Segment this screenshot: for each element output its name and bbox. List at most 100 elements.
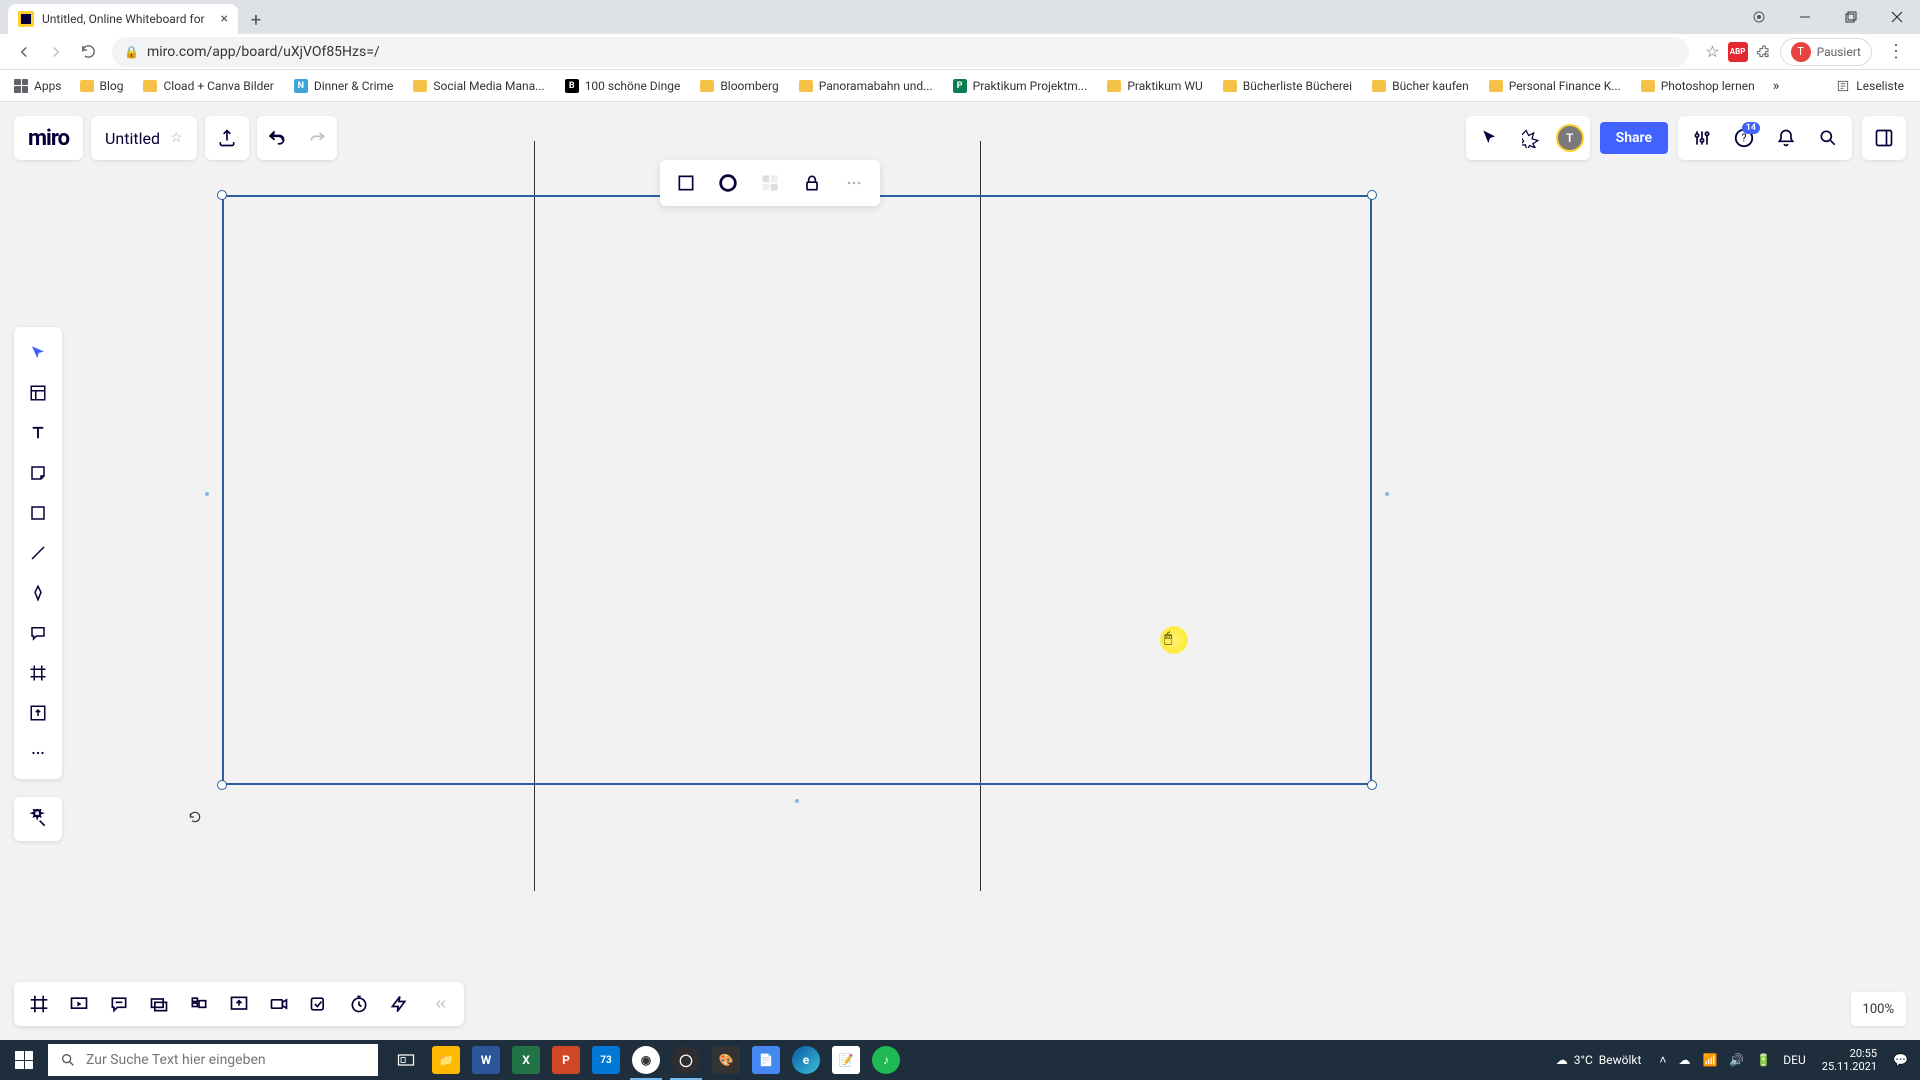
taskbar-clock[interactable]: 20:55 25.11.2021 bbox=[1814, 1047, 1885, 1073]
cards-button[interactable] bbox=[140, 985, 178, 1023]
miro-logo[interactable]: miro bbox=[14, 116, 83, 160]
lock-button[interactable] bbox=[792, 163, 832, 203]
search-input[interactable] bbox=[86, 1052, 366, 1068]
taskbar-search[interactable] bbox=[48, 1044, 378, 1076]
forward-button[interactable] bbox=[40, 36, 72, 68]
user-avatar[interactable]: T bbox=[1556, 124, 1584, 152]
taskbar-app-word[interactable]: W bbox=[466, 1040, 506, 1080]
bookmark-item[interactable]: PPraktikum Projektm... bbox=[945, 73, 1096, 99]
connection-point[interactable] bbox=[1385, 492, 1389, 496]
comment-tool[interactable] bbox=[20, 615, 56, 651]
task-view-button[interactable] bbox=[386, 1040, 426, 1080]
magic-tool[interactable] bbox=[14, 797, 62, 841]
bookmark-item[interactable]: Bloomberg bbox=[692, 73, 786, 99]
extensions-icon[interactable] bbox=[1756, 44, 1772, 60]
connection-point[interactable] bbox=[795, 799, 799, 803]
taskbar-app-spotify[interactable]: ♪ bbox=[866, 1040, 906, 1080]
bookmark-item[interactable]: Social Media Mana... bbox=[405, 73, 552, 99]
bookmark-item[interactable]: Bücherliste Bücherei bbox=[1215, 73, 1360, 99]
close-tab-icon[interactable]: × bbox=[221, 11, 228, 27]
undo-button[interactable] bbox=[257, 116, 297, 160]
bookmark-item[interactable]: Bücher kaufen bbox=[1364, 73, 1477, 99]
tray-battery-icon[interactable]: 🔋 bbox=[1752, 1053, 1775, 1067]
reading-list-button[interactable]: Leseliste bbox=[1828, 79, 1912, 93]
taskbar-app-notepad[interactable]: 📝 bbox=[826, 1040, 866, 1080]
account-indicator-icon[interactable] bbox=[1736, 0, 1782, 34]
taskbar-app-chrome[interactable]: ◉ bbox=[626, 1040, 666, 1080]
text-tool[interactable] bbox=[20, 415, 56, 451]
cursor-mode-button[interactable] bbox=[1472, 120, 1508, 156]
settings-button[interactable] bbox=[1684, 120, 1720, 156]
zoom-level[interactable]: 100% bbox=[1851, 992, 1906, 1026]
browser-tab[interactable]: Untitled, Online Whiteboard for × bbox=[8, 4, 238, 34]
pen-tool[interactable] bbox=[20, 575, 56, 611]
canvas[interactable]: 🖱 bbox=[0, 102, 1920, 1040]
tray-language[interactable]: DEU bbox=[1779, 1053, 1809, 1067]
search-button[interactable] bbox=[1810, 120, 1846, 156]
line-tool[interactable] bbox=[20, 535, 56, 571]
taskbar-app-calendar[interactable]: 73 bbox=[586, 1040, 626, 1080]
browser-menu-icon[interactable]: ⋮ bbox=[1880, 41, 1912, 62]
shape-tool[interactable] bbox=[20, 495, 56, 531]
connection-point[interactable] bbox=[205, 492, 209, 496]
maximize-button[interactable] bbox=[1828, 0, 1874, 34]
resize-handle-ne[interactable] bbox=[1367, 190, 1377, 200]
tray-wifi-icon[interactable]: 📶 bbox=[1698, 1053, 1721, 1067]
bookmark-item[interactable]: B100 schöne Dinge bbox=[557, 73, 689, 99]
bookmark-item[interactable]: Praktikum WU bbox=[1099, 73, 1210, 99]
selected-rectangle[interactable] bbox=[222, 195, 1372, 785]
taskbar-app-excel[interactable]: X bbox=[506, 1040, 546, 1080]
resize-handle-sw[interactable] bbox=[217, 780, 227, 790]
bookmarks-overflow-icon[interactable]: » bbox=[1767, 78, 1786, 94]
screen-share-button[interactable] bbox=[220, 985, 258, 1023]
notifications-button[interactable] bbox=[1768, 120, 1804, 156]
bookmark-item[interactable]: NDinner & Crime bbox=[286, 73, 402, 99]
collapse-bottom-bar[interactable] bbox=[420, 985, 458, 1023]
new-tab-button[interactable]: + bbox=[242, 6, 270, 34]
start-button[interactable] bbox=[0, 1040, 48, 1080]
comments-panel-button[interactable] bbox=[100, 985, 138, 1023]
chat-button[interactable] bbox=[180, 985, 218, 1023]
bookmark-item[interactable]: Personal Finance K... bbox=[1481, 73, 1629, 99]
activities-button[interactable] bbox=[380, 985, 418, 1023]
select-tool[interactable] bbox=[20, 335, 56, 371]
upload-tool[interactable] bbox=[20, 695, 56, 731]
address-bar[interactable]: 🔒 miro.com/app/board/uXjVOf85Hzs=/ bbox=[112, 37, 1689, 67]
help-button[interactable]: ? 14 bbox=[1726, 120, 1762, 156]
border-style-button[interactable] bbox=[708, 163, 748, 203]
video-button[interactable] bbox=[260, 985, 298, 1023]
board-title[interactable]: Untitled ☆ bbox=[91, 116, 197, 160]
tray-chevron-icon[interactable]: ˄ bbox=[1655, 1053, 1670, 1067]
back-button[interactable] bbox=[8, 36, 40, 68]
taskbar-app[interactable]: 🎨 bbox=[706, 1040, 746, 1080]
frame-tool[interactable] bbox=[20, 655, 56, 691]
side-panel-button[interactable] bbox=[1862, 116, 1906, 160]
tray-volume-icon[interactable]: 🔊 bbox=[1725, 1053, 1748, 1067]
more-tools[interactable] bbox=[20, 735, 56, 771]
reload-button[interactable] bbox=[72, 36, 104, 68]
resize-handle-nw[interactable] bbox=[217, 190, 227, 200]
frames-panel-button[interactable] bbox=[20, 985, 58, 1023]
taskbar-app-obs[interactable]: ◯ bbox=[666, 1040, 706, 1080]
apps-bookmark[interactable]: Apps bbox=[8, 79, 68, 93]
fill-color-button[interactable] bbox=[750, 163, 790, 203]
resize-handle-se[interactable] bbox=[1367, 780, 1377, 790]
shape-type-button[interactable] bbox=[666, 163, 706, 203]
sticky-note-tool[interactable] bbox=[20, 455, 56, 491]
bookmark-item[interactable]: Cload + Canva Bilder bbox=[135, 73, 281, 99]
redo-button[interactable] bbox=[297, 116, 337, 160]
star-icon[interactable]: ☆ bbox=[170, 130, 183, 146]
rotate-handle[interactable] bbox=[188, 810, 202, 824]
weather-widget[interactable]: ☁ 3°C Bewölkt bbox=[1546, 1053, 1652, 1067]
more-options-button[interactable] bbox=[834, 163, 874, 203]
voting-button[interactable] bbox=[300, 985, 338, 1023]
bookmark-star-icon[interactable]: ☆ bbox=[1705, 42, 1719, 61]
share-button[interactable]: Share bbox=[1600, 122, 1668, 154]
profile-button[interactable]: T Pausiert bbox=[1780, 38, 1872, 66]
bookmark-item[interactable]: Photoshop lernen bbox=[1633, 73, 1763, 99]
timer-button[interactable] bbox=[340, 985, 378, 1023]
action-center-icon[interactable]: 💬 bbox=[1889, 1053, 1912, 1067]
bookmark-item[interactable]: Blog bbox=[72, 73, 132, 99]
adblock-icon[interactable]: ABP bbox=[1728, 42, 1748, 62]
presentation-button[interactable] bbox=[60, 985, 98, 1023]
